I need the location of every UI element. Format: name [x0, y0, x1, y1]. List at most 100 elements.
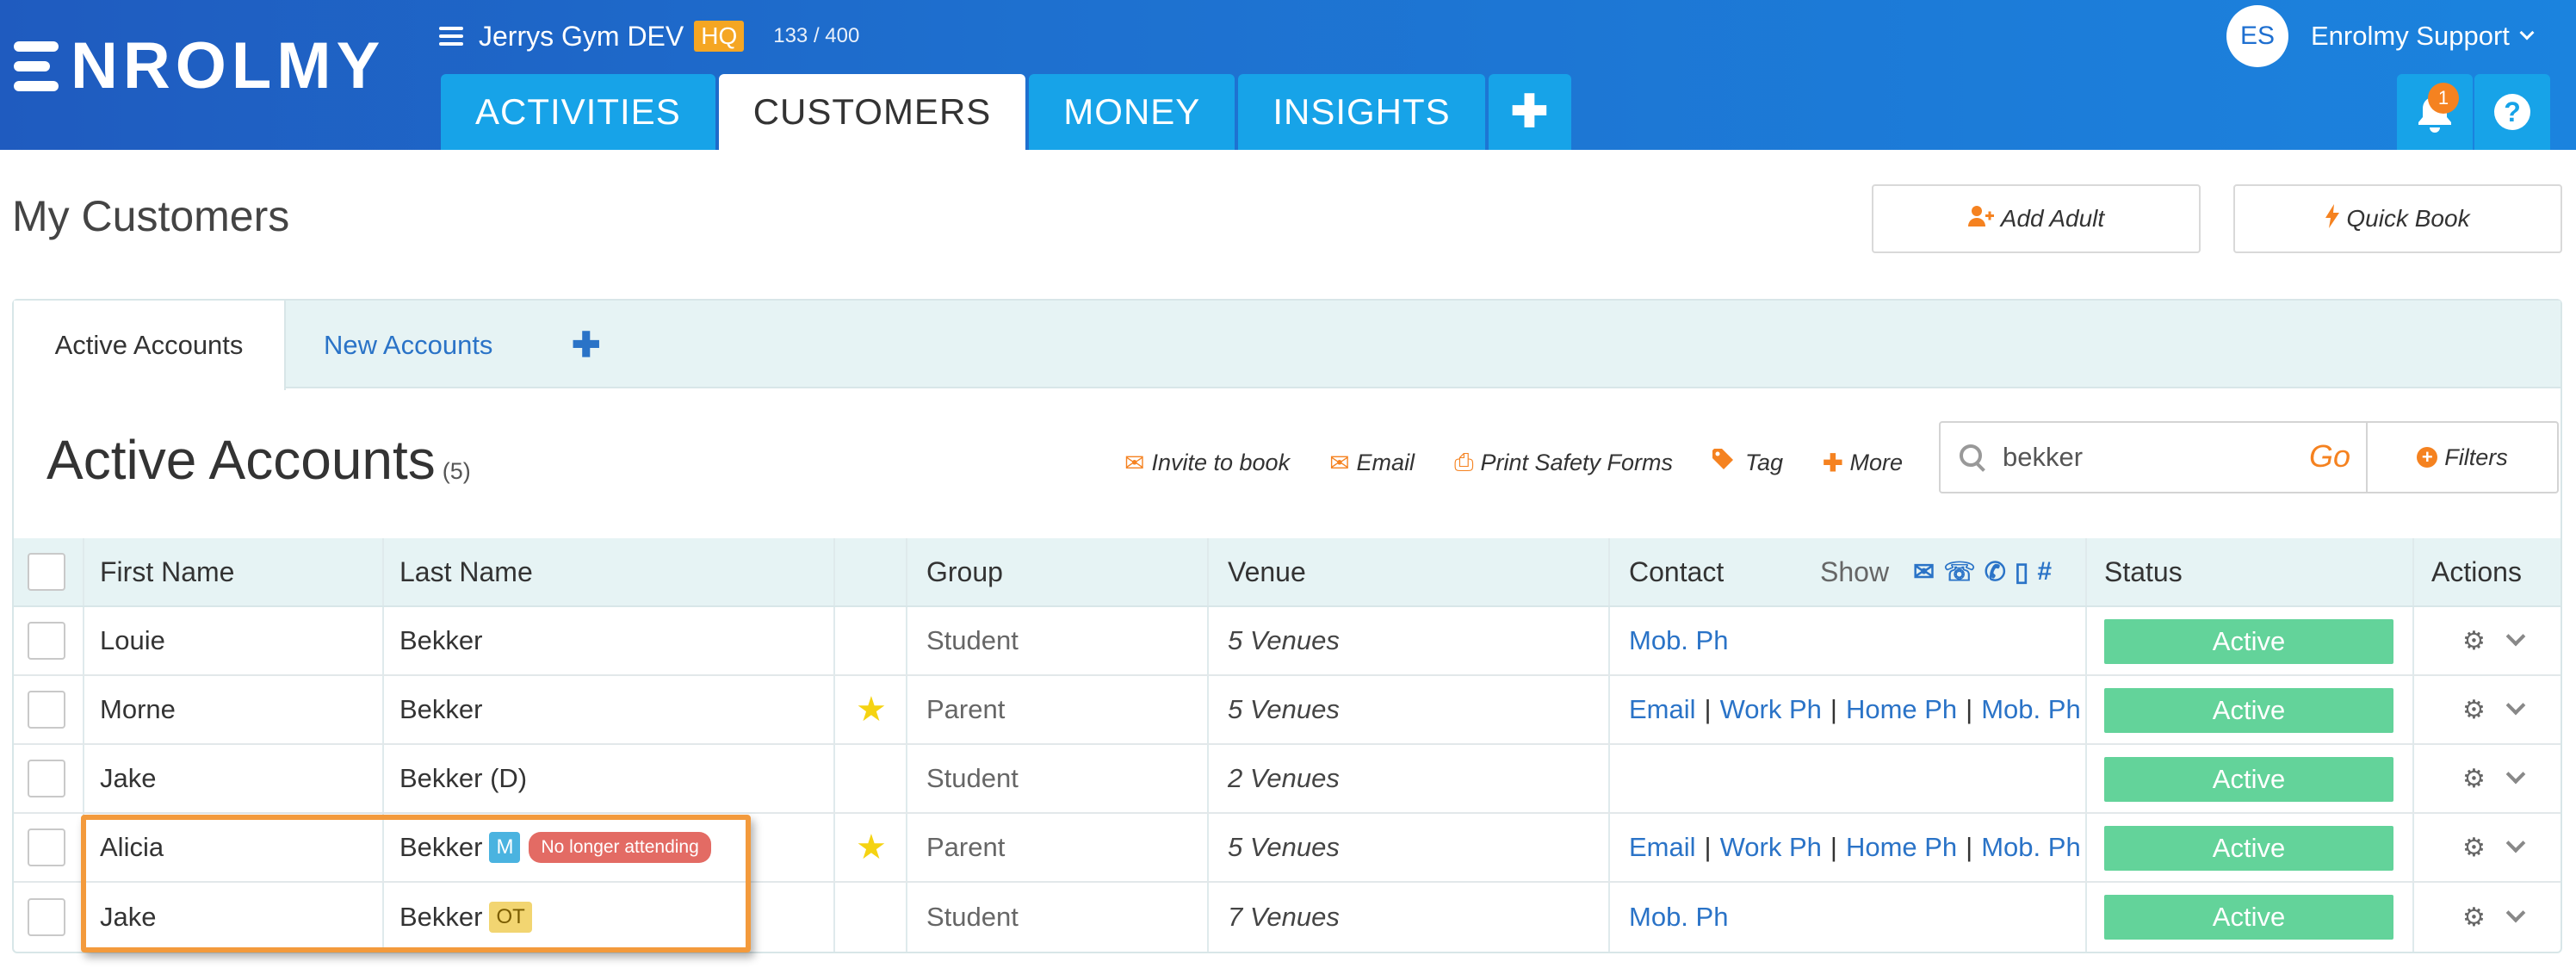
- top-bar: NROLMY Jerrys Gym DEV HQ 133 / 400 ACTIV…: [0, 0, 2576, 150]
- header-tools: 1 ?: [2395, 74, 2550, 150]
- work-phone-filter-icon[interactable]: ☏: [1943, 557, 1976, 587]
- status-badge: Active: [2104, 619, 2393, 664]
- table-row[interactable]: Louie Bekker Student 5 Venues Mob. Ph Ac…: [14, 607, 2561, 676]
- col-last-name[interactable]: Last Name: [399, 538, 533, 605]
- table-row[interactable]: Alicia Bekker M No longer attending ★ Pa…: [14, 814, 2561, 883]
- tab-customers[interactable]: CUSTOMERS: [718, 74, 1026, 150]
- col-group[interactable]: Group: [926, 538, 1003, 605]
- last-name[interactable]: Bekker: [399, 607, 482, 674]
- subtab-new-accounts[interactable]: New Accounts: [324, 301, 492, 390]
- chevron-down-icon[interactable]: [2505, 903, 2526, 923]
- search-box: Go: [1939, 421, 2368, 493]
- table-row[interactable]: Morne Bekker ★ Parent 5 Venues Email | Wor…: [14, 676, 2561, 745]
- user-menu[interactable]: ES Enrolmy Support: [2226, 3, 2535, 69]
- gear-icon[interactable]: ⚙: [2462, 903, 2486, 933]
- add-adult-button[interactable]: Add Adult: [1872, 184, 2201, 253]
- col-first-name[interactable]: First Name: [100, 538, 234, 605]
- table-row[interactable]: Jake Bekker (D) Student 2 Venues Active …: [14, 745, 2561, 814]
- enrolmy-logo[interactable]: NROLMY: [14, 34, 385, 99]
- mobile-filter-icon[interactable]: ▯: [2015, 557, 2029, 587]
- first-name[interactable]: Louie: [100, 607, 165, 674]
- email-link[interactable]: Email: [1629, 694, 1696, 725]
- group: Parent: [926, 694, 1006, 724]
- org-switcher[interactable]: Jerrys Gym DEV HQ 133 / 400: [439, 17, 859, 55]
- venue[interactable]: 5 Venues: [1228, 814, 1340, 881]
- gear-icon[interactable]: ⚙: [2462, 833, 2486, 863]
- email-link[interactable]: Email: [1629, 832, 1696, 863]
- chevron-down-icon[interactable]: [2505, 764, 2526, 785]
- chevron-down-icon[interactable]: [2505, 833, 2526, 853]
- row-checkbox[interactable]: [28, 691, 65, 729]
- mobile-phone-link[interactable]: Mob. Ph: [1629, 902, 1728, 933]
- row-checkbox[interactable]: [28, 828, 65, 866]
- first-name[interactable]: Morne: [100, 676, 176, 743]
- hash-filter-icon[interactable]: #: [2037, 557, 2052, 586]
- quick-book-label: Quick Book: [2346, 205, 2470, 232]
- select-all-checkbox[interactable]: [28, 553, 65, 591]
- mobile-phone-link[interactable]: Mob. Ph: [1981, 694, 2080, 725]
- help-button[interactable]: ?: [2474, 74, 2550, 150]
- venue[interactable]: 2 Venues: [1228, 745, 1340, 812]
- last-name[interactable]: Bekker: [399, 676, 482, 743]
- home-phone-link[interactable]: Home Ph: [1846, 832, 1957, 863]
- notifications-button[interactable]: 1: [2397, 74, 2473, 150]
- email-filter-icon[interactable]: ✉: [1913, 557, 1935, 587]
- work-phone-link[interactable]: Work Ph: [1720, 694, 1822, 725]
- row-checkbox[interactable]: [28, 622, 65, 660]
- last-name[interactable]: Bekker: [399, 832, 482, 863]
- subtab-add-icon[interactable]: ✚: [572, 301, 601, 390]
- invite-to-book-button[interactable]: ✉ Invite to book: [1124, 449, 1290, 477]
- last-name[interactable]: Bekker: [399, 902, 482, 933]
- mobile-phone-link[interactable]: Mob. Ph: [1981, 832, 2080, 863]
- work-phone-link[interactable]: Work Ph: [1720, 832, 1822, 863]
- chevron-down-icon[interactable]: [2505, 695, 2526, 716]
- select-all-cell: [28, 538, 65, 605]
- last-name-cell: Bekker OT: [399, 883, 532, 952]
- tab-insights[interactable]: INSIGHTS: [1238, 74, 1485, 150]
- show-label: Show: [1820, 555, 1890, 587]
- customers-panel: Active Accounts New Accounts ✚ Active Ac…: [12, 299, 2562, 953]
- group: Parent: [926, 832, 1006, 862]
- search-go-button[interactable]: Go: [2309, 438, 2350, 475]
- row-checkbox[interactable]: [28, 898, 65, 936]
- tab-add-icon[interactable]: ✚: [1488, 74, 1572, 150]
- hamburger-menu-icon[interactable]: [439, 27, 463, 46]
- gear-icon[interactable]: ⚙: [2462, 695, 2486, 725]
- venue[interactable]: 5 Venues: [1228, 607, 1340, 674]
- last-name-cell: Bekker M No longer attending: [399, 814, 711, 881]
- print-safety-forms-button[interactable]: ⎙ Print Safety Forms: [1454, 449, 1673, 477]
- gear-icon[interactable]: ⚙: [2462, 764, 2486, 794]
- venue[interactable]: 5 Venues: [1228, 676, 1340, 743]
- filters-button[interactable]: + Filters: [2366, 421, 2559, 493]
- plus-circle-icon: +: [2417, 446, 2438, 468]
- first-name[interactable]: Jake: [100, 883, 156, 952]
- email-button[interactable]: ✉ Email: [1329, 449, 1415, 477]
- quick-book-button[interactable]: Quick Book: [2233, 184, 2562, 253]
- tab-activities[interactable]: ACTIVITIES: [441, 74, 715, 150]
- last-name[interactable]: Bekker (D): [399, 745, 527, 812]
- mobile-phone-link[interactable]: Mob. Ph: [1629, 625, 1728, 656]
- printer-icon: ⎙: [1454, 448, 1474, 475]
- search-icon: [1960, 444, 1985, 470]
- invite-to-book-label: Invite to book: [1151, 449, 1291, 475]
- venue[interactable]: 7 Venues: [1228, 883, 1340, 952]
- search-input[interactable]: [2003, 442, 2278, 473]
- table-row[interactable]: Jake Bekker OT Student 7 Venues Mob. Ph …: [14, 883, 2561, 952]
- contact-show-toggles: Show ✉ ☏ ✆ ▯ #: [1820, 538, 2052, 605]
- first-name[interactable]: Jake: [100, 745, 156, 812]
- tag-label: Tag: [1745, 449, 1784, 475]
- tag-button[interactable]: Tag: [1712, 448, 1784, 477]
- col-contact[interactable]: Contact: [1629, 538, 1724, 605]
- subtab-active-accounts[interactable]: Active Accounts: [14, 301, 286, 390]
- tab-money[interactable]: MONEY: [1029, 74, 1235, 150]
- home-phone-filter-icon[interactable]: ✆: [1985, 557, 2006, 587]
- col-status[interactable]: Status: [2104, 538, 2183, 605]
- chevron-down-icon[interactable]: [2505, 626, 2526, 647]
- first-name[interactable]: Alicia: [100, 814, 164, 881]
- home-phone-link[interactable]: Home Ph: [1846, 694, 1957, 725]
- more-button[interactable]: ✚ More: [1823, 449, 1903, 477]
- gear-icon[interactable]: ⚙: [2462, 626, 2486, 656]
- col-venue[interactable]: Venue: [1228, 538, 1306, 605]
- row-checkbox[interactable]: [28, 760, 65, 797]
- star-icon: ★: [856, 691, 887, 729]
